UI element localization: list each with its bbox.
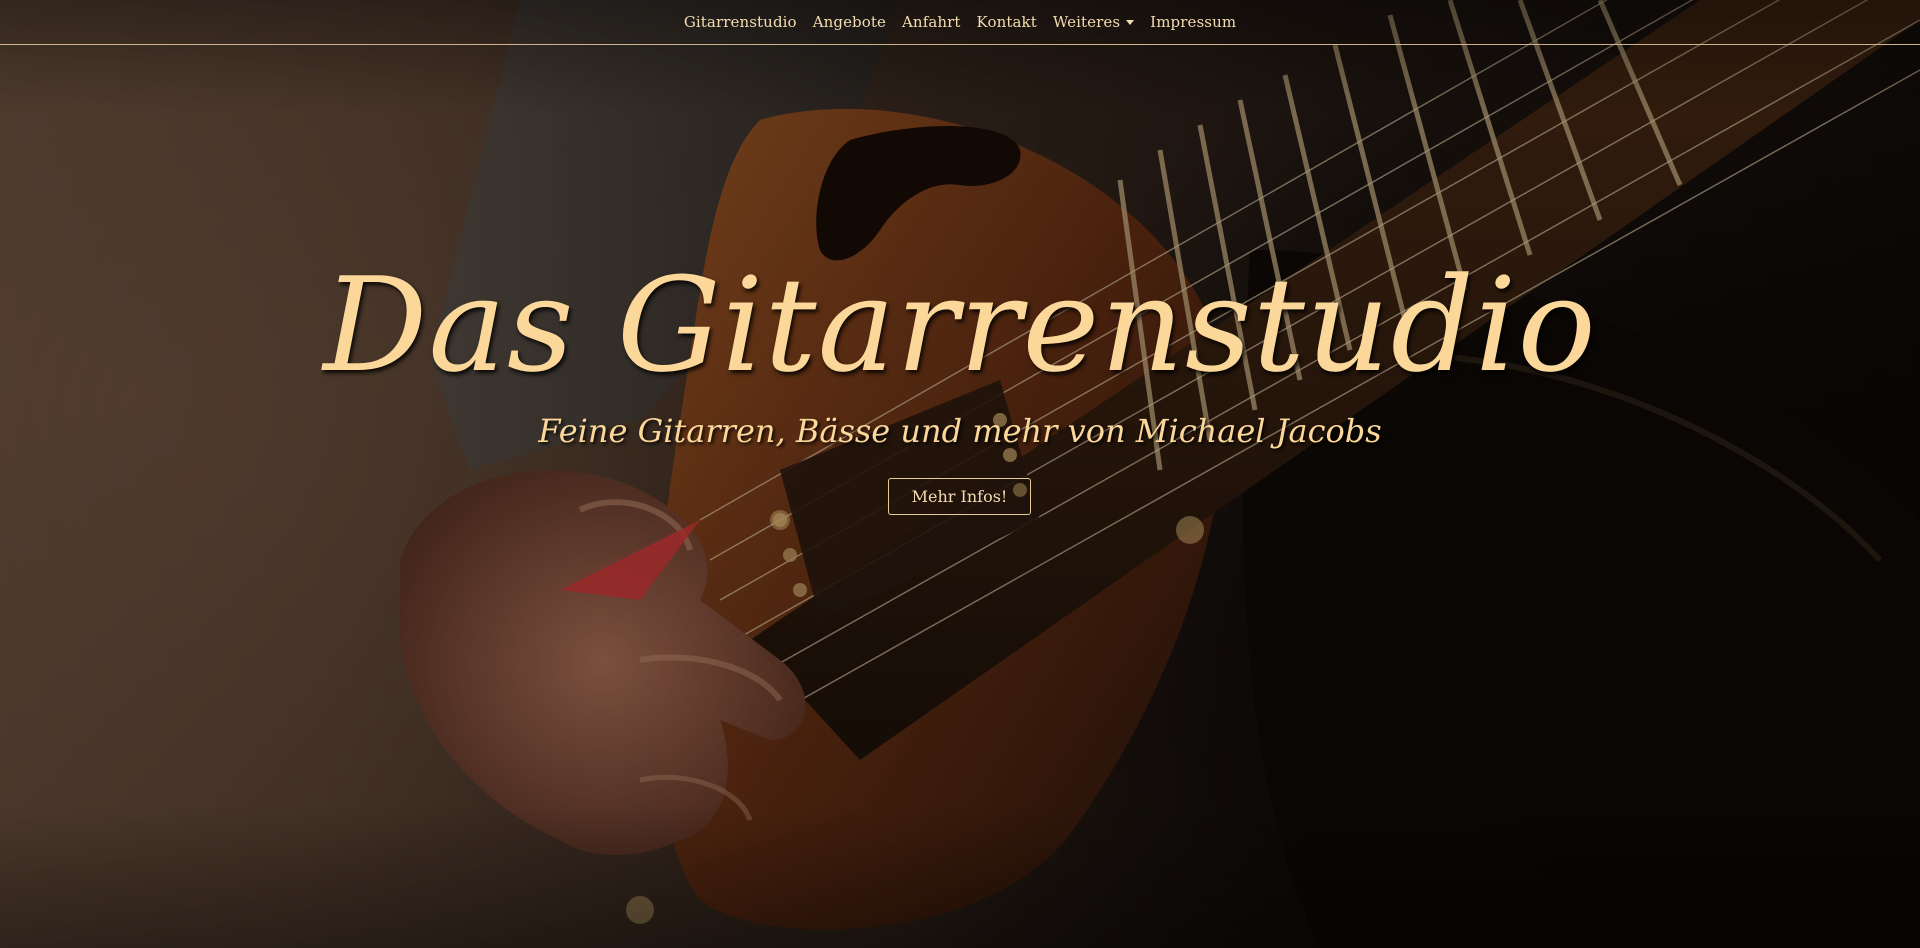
nav-link-label: Weiteres: [1052, 13, 1121, 31]
nav-link-label: Gitarrenstudio: [683, 13, 797, 31]
nav-link-impressum[interactable]: Impressum: [1150, 13, 1236, 31]
nav-link-kontakt[interactable]: Kontakt: [977, 13, 1037, 31]
hero-title: Das Gitarrenstudio: [323, 249, 1597, 401]
nav-link-anfahrt[interactable]: Anfahrt: [902, 13, 961, 31]
caret-down-icon: [1126, 20, 1135, 25]
hero-subtitle: Feine Gitarren, Bässe und mehr von Micha…: [538, 412, 1382, 450]
nav-link-label: Kontakt: [976, 13, 1037, 31]
nav-link-angebote[interactable]: Angebote: [813, 13, 886, 31]
nav-link-label: Impressum: [1150, 13, 1237, 31]
nav-link-label: Angebote: [812, 13, 886, 31]
more-info-button[interactable]: Mehr Infos!: [888, 478, 1031, 515]
nav-link-gitarrenstudio[interactable]: Gitarrenstudio: [684, 13, 797, 31]
hero-section: Gitarrenstudio Angebote Anfahrt Kontakt …: [0, 0, 1920, 948]
hero-background-photo: [0, 0, 1920, 948]
nav-link-label: Anfahrt: [902, 13, 961, 31]
nav-dropdown-weiteres[interactable]: Weiteres: [1052, 13, 1135, 31]
top-navigation-bar: Gitarrenstudio Angebote Anfahrt Kontakt …: [0, 0, 1920, 45]
